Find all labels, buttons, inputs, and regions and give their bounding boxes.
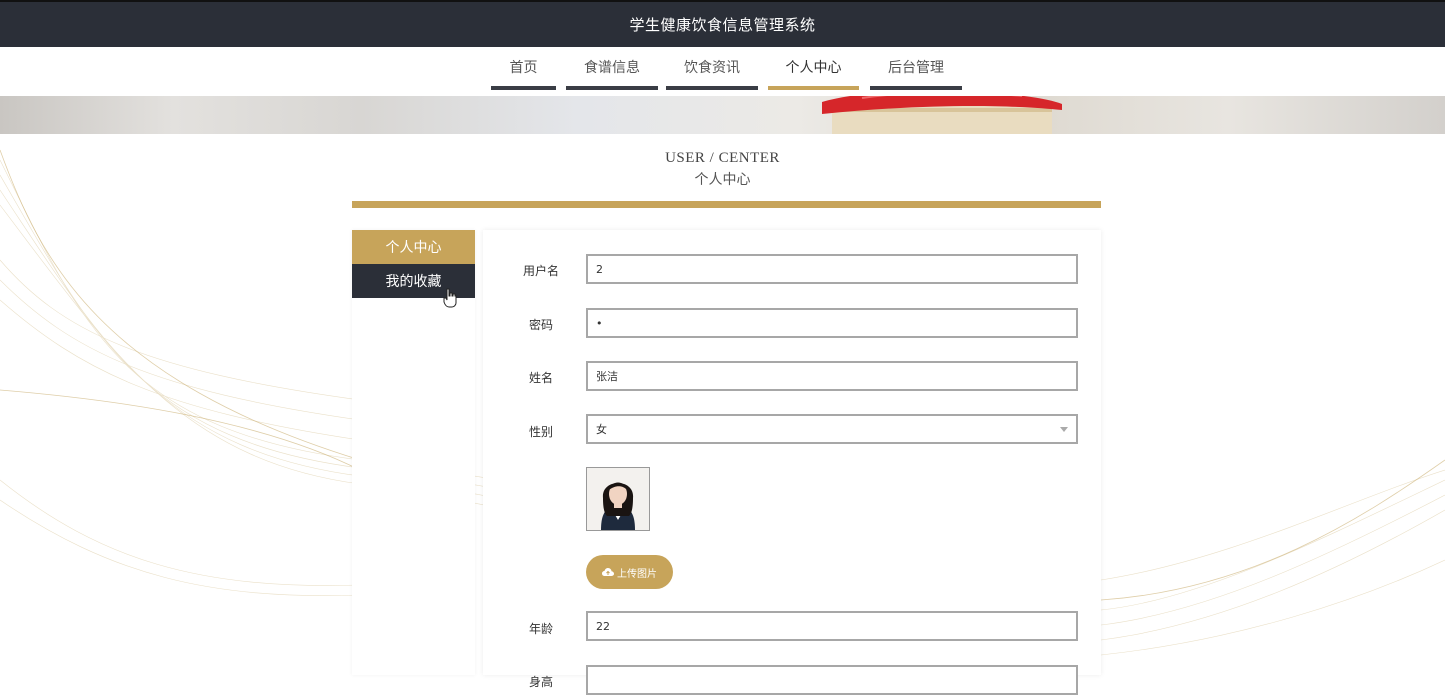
heading-divider bbox=[352, 201, 1101, 208]
name-label: 姓名 bbox=[528, 371, 553, 385]
app-title: 学生健康饮食信息管理系统 bbox=[629, 16, 816, 34]
name-input[interactable]: 张洁 bbox=[586, 361, 1078, 391]
gender-select-value: 女 bbox=[596, 423, 607, 436]
nav-item-home[interactable]: 首页 bbox=[491, 47, 556, 90]
avatar-portrait bbox=[587, 468, 649, 530]
password-label: 密码 bbox=[528, 318, 553, 332]
username-label: 用户名 bbox=[522, 264, 559, 278]
gender-label: 性别 bbox=[528, 425, 553, 439]
main-nav: 首页 食谱信息 饮食资讯 个人中心 后台管理 bbox=[0, 47, 1445, 96]
hand-pointer-icon bbox=[443, 288, 457, 308]
nav-item-diet-news[interactable]: 饮食资讯 bbox=[666, 47, 758, 90]
user-info-form: 用户名 2 密码 • 姓名 张洁 性别 女 上传图片 年龄 22 身高 bbox=[483, 230, 1101, 695]
height-label: 身高 bbox=[528, 675, 553, 689]
height-input[interactable] bbox=[586, 665, 1078, 695]
chevron-down-icon bbox=[1060, 427, 1068, 432]
username-input[interactable]: 2 bbox=[586, 254, 1078, 284]
age-input[interactable]: 22 bbox=[586, 611, 1078, 641]
avatar-image bbox=[586, 467, 650, 531]
page-title-cn: 个人中心 bbox=[694, 172, 751, 188]
nav-item-recipes[interactable]: 食谱信息 bbox=[566, 47, 658, 90]
gender-select[interactable]: 女 bbox=[586, 414, 1078, 444]
side-item-user-center[interactable]: 个人中心 bbox=[352, 230, 475, 264]
upload-image-button[interactable]: 上传图片 bbox=[586, 555, 673, 589]
nav-item-admin[interactable]: 后台管理 bbox=[870, 47, 962, 90]
top-header: 学生健康饮食信息管理系统 bbox=[0, 0, 1445, 47]
password-input[interactable]: • bbox=[586, 308, 1078, 338]
page-heading: USER / CENTER 个人中心 bbox=[0, 150, 1445, 189]
page-title-en: USER / CENTER bbox=[665, 150, 780, 166]
upload-image-label: 上传图片 bbox=[617, 568, 657, 580]
banner-image bbox=[0, 96, 1445, 134]
age-label: 年龄 bbox=[528, 622, 553, 636]
cake-image bbox=[822, 96, 1062, 134]
cloud-upload-icon bbox=[602, 568, 614, 576]
nav-item-user-center[interactable]: 个人中心 bbox=[768, 47, 859, 90]
